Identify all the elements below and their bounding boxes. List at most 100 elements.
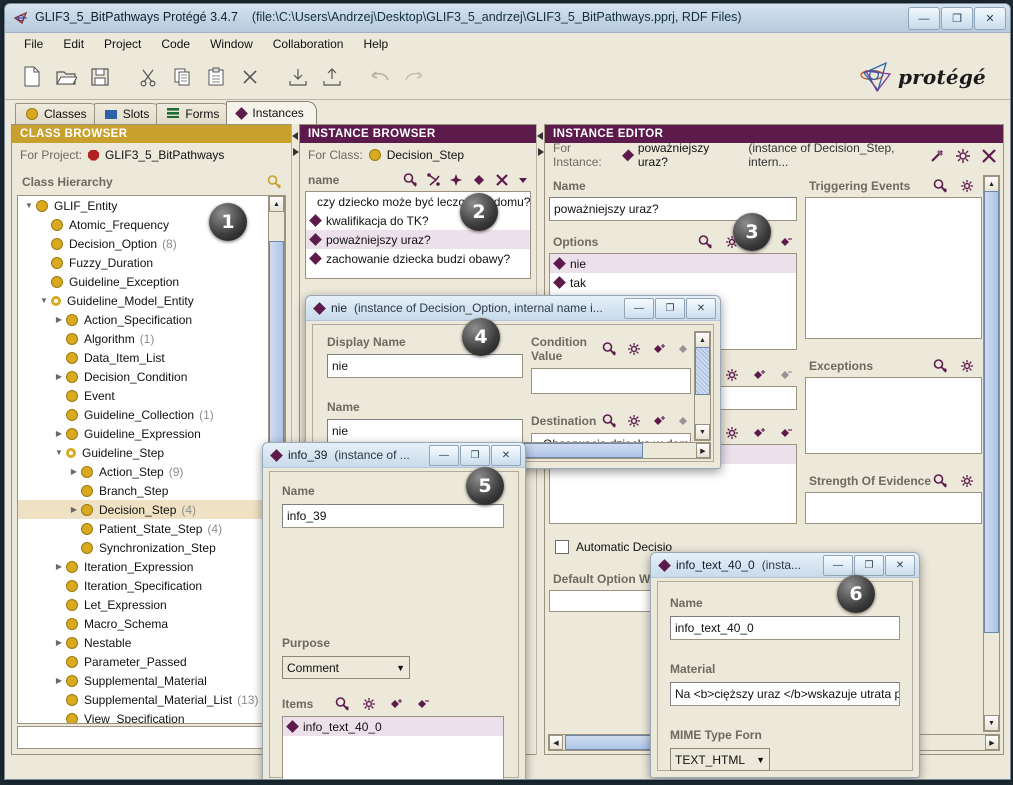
class-tree-row[interactable]: Data_Item_List — [18, 348, 285, 367]
menu-help[interactable]: Help — [354, 35, 397, 53]
class-tree-scroll-up[interactable]: ▲ — [269, 196, 284, 212]
class-tree-row[interactable]: Let_Expression — [18, 595, 285, 614]
reference-icon[interactable] — [929, 148, 943, 162]
menu-window[interactable]: Window — [201, 35, 262, 53]
dropdown-icon[interactable] — [518, 173, 528, 187]
instance-list-item[interactable]: zachowanie dziecka budzi obawy? — [306, 249, 530, 268]
remove-didactic-icon[interactable] — [779, 426, 793, 440]
class-tree-row[interactable]: ▶ Guideline_Expression — [18, 424, 285, 443]
add-condition-icon[interactable] — [652, 342, 666, 356]
save-icon[interactable] — [83, 60, 117, 94]
remove-condition-icon[interactable] — [677, 342, 691, 356]
view-icon[interactable] — [627, 342, 641, 356]
class-tree-row[interactable]: ▶ Decision_Step (4) — [18, 500, 285, 519]
class-tree-row[interactable]: Iteration_Specification — [18, 576, 285, 595]
infotext-maximize-button[interactable]: ❐ — [854, 555, 884, 576]
chevron-right-icon[interactable]: ▶ — [52, 372, 66, 381]
view-icon[interactable] — [960, 474, 974, 488]
infotext-close-button[interactable]: ✕ — [885, 555, 915, 576]
editor-hscroll-left[interactable]: ◀ — [549, 735, 563, 750]
find-icon[interactable] — [933, 359, 947, 373]
create-instance-icon[interactable] — [449, 173, 463, 187]
find-icon[interactable] — [403, 173, 417, 187]
cut-icon[interactable] — [131, 60, 165, 94]
find-icon[interactable] — [933, 179, 947, 193]
purpose-combobox[interactable]: Comment ▼ — [282, 656, 410, 679]
instance-list[interactable]: czy dziecko może być leczone w domu? kwal… — [305, 191, 531, 279]
menu-edit[interactable]: Edit — [54, 35, 93, 53]
view-icon[interactable] — [627, 414, 641, 428]
chevron-right-icon[interactable]: ▶ — [67, 467, 81, 476]
delete-instance-icon[interactable] — [495, 173, 509, 187]
class-tree-row[interactable]: Algorithm (1) — [18, 329, 285, 348]
tab-slots[interactable]: Slots — [93, 103, 163, 124]
new-file-icon[interactable] — [15, 60, 49, 94]
find-icon[interactable] — [698, 235, 712, 249]
option-list-item[interactable]: nie — [550, 254, 796, 273]
class-tree-row[interactable]: ▶ Supplemental_Material — [18, 671, 285, 690]
copy-icon[interactable] — [165, 60, 199, 94]
class-tree-row[interactable]: ▼ GLIF_Entity — [18, 196, 285, 215]
instance-editor-scrollbar[interactable]: ▲ ▼ — [983, 175, 1000, 732]
add-iteration-icon[interactable] — [752, 368, 766, 382]
window-minimize-button[interactable]: — — [908, 7, 940, 30]
add-item-icon[interactable] — [389, 697, 403, 711]
class-tree-row[interactable]: Macro_Schema — [18, 614, 285, 633]
import-icon[interactable] — [281, 60, 315, 94]
window-close-button[interactable]: ✕ — [974, 7, 1006, 30]
open-folder-icon[interactable] — [49, 60, 83, 94]
class-filter-combobox[interactable]: ▼ — [17, 726, 286, 749]
subclass-icon[interactable] — [426, 173, 440, 187]
menu-file[interactable]: File — [15, 35, 52, 53]
class-tree-row[interactable]: ▶ Decision_Condition — [18, 367, 285, 386]
decision-option-scroll-thumb[interactable] — [695, 347, 710, 395]
splitter-right-grip[interactable] — [536, 130, 544, 158]
mime-type-combobox[interactable]: TEXT_HTML ▼ — [670, 748, 770, 771]
paste-icon[interactable] — [199, 60, 233, 94]
decision-option-minimize-button[interactable]: — — [624, 298, 654, 319]
chevron-right-icon[interactable]: ▶ — [67, 505, 81, 514]
class-tree-row[interactable]: Parameter_Passed — [18, 652, 285, 671]
strength-of-evidence-field[interactable] — [805, 492, 982, 524]
menu-project[interactable]: Project — [95, 35, 150, 53]
menu-collaboration[interactable]: Collaboration — [264, 35, 353, 53]
class-tree-row[interactable]: Guideline_Exception — [18, 272, 285, 291]
splitter-left-grip[interactable] — [291, 130, 299, 158]
chevron-down-icon[interactable]: ▼ — [37, 296, 51, 305]
option-name-field[interactable]: nie — [327, 419, 523, 443]
add-destination-icon[interactable] — [652, 414, 666, 428]
class-tree-row[interactable]: Event — [18, 386, 285, 405]
tab-classes[interactable]: Classes — [15, 103, 100, 124]
chevron-down-icon[interactable]: ▼ — [756, 755, 765, 765]
editor-scroll-up[interactable]: ▲ — [984, 176, 999, 192]
export-icon[interactable] — [315, 60, 349, 94]
redo-icon[interactable] — [397, 60, 431, 94]
class-tree-row[interactable]: ▶ Nestable — [18, 633, 285, 652]
chevron-right-icon[interactable]: ▶ — [52, 315, 66, 324]
find-class-icon[interactable] — [267, 175, 281, 189]
class-hierarchy-tree[interactable]: ▼ GLIF_Entity Atomic_Frequency Decision_Opt… — [17, 195, 286, 724]
chevron-down-icon[interactable]: ▼ — [52, 448, 66, 457]
decision-option-maximize-button[interactable]: ❐ — [655, 298, 685, 319]
find-icon[interactable] — [335, 697, 350, 711]
exceptions-list[interactable] — [805, 377, 982, 454]
find-icon[interactable] — [602, 342, 616, 356]
display-name-field[interactable]: nie — [327, 354, 523, 378]
decision-option-hscroll-right[interactable]: ▶ — [696, 443, 710, 458]
view-icon[interactable] — [960, 359, 974, 373]
class-tree-row[interactable]: ▶ Action_Step (9) — [18, 462, 285, 481]
chevron-right-icon[interactable]: ▶ — [52, 429, 66, 438]
decision-option-scrollbar[interactable]: ▲ ▼ — [694, 331, 711, 441]
decision-option-close-button[interactable]: ✕ — [686, 298, 716, 319]
class-tree-row[interactable]: ▶ Iteration_Expression — [18, 557, 285, 576]
material-field[interactable]: Na <b>cięższy uraz </b>wskazuje utrata p… — [670, 682, 900, 706]
decision-option-scroll-up[interactable]: ▲ — [695, 332, 710, 348]
info39-close-button[interactable]: ✕ — [491, 445, 521, 466]
class-tree-row[interactable]: Supplemental_Material_List (13) — [18, 690, 285, 709]
chevron-down-icon[interactable]: ▼ — [396, 663, 405, 673]
item-list-item[interactable]: info_text_40_0 — [283, 717, 503, 736]
view-icon[interactable] — [955, 148, 970, 163]
class-tree-row[interactable]: ▼ Guideline_Step — [18, 443, 285, 462]
class-tree-row[interactable]: ▼ Guideline_Model_Entity — [18, 291, 285, 310]
remove-option-icon[interactable] — [779, 235, 793, 249]
